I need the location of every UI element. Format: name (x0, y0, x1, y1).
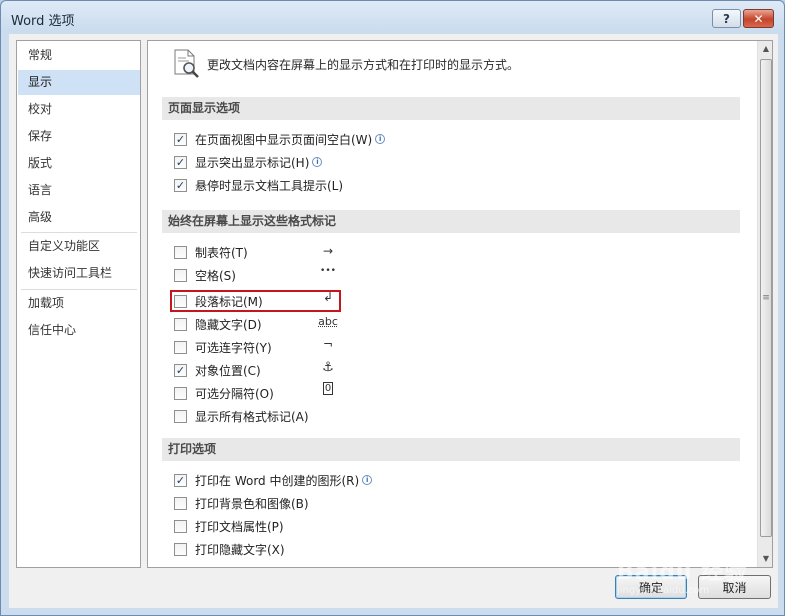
sidebar-item-language[interactable]: 语言 (18, 178, 140, 203)
checkbox[interactable] (174, 340, 187, 354)
sidebar-item-general[interactable]: 常规 (18, 43, 140, 68)
display-options-pane: 更改文档内容在屏幕上的显示方式和在打印时的显示方式。 页面显示选项 ✓ 在页面视… (147, 40, 773, 568)
option-print-drawings[interactable]: ✓ 打印在 Word 中创建的图形(R) i (174, 471, 373, 489)
grip-icon: ≡ (762, 293, 770, 303)
dialog-client-area: 常规 显示 校对 保存 版式 语言 高级 自定义功能区 快速访问工具栏 加载项 … (9, 34, 778, 608)
option-label: 打印背景色和图像(B) (195, 496, 309, 511)
checkbox[interactable]: ✓ (174, 155, 187, 169)
option-optional-breaks[interactable]: 可选分隔符(O) (174, 384, 274, 402)
option-hidden-text[interactable]: 隐藏文字(D) (174, 315, 262, 333)
paragraph-mark-icon: ↲ (322, 290, 334, 304)
checkbox[interactable]: ✓ (174, 363, 187, 377)
anchor-icon: ⚓ (322, 360, 334, 375)
optional-break-glyph: 0 (322, 382, 334, 395)
document-magnifier-icon (174, 49, 199, 78)
option-paragraph-marks[interactable]: 段落标记(M) (174, 292, 263, 310)
optional-hyphen-icon: ¬ (322, 337, 334, 351)
sidebar-item-customize-ribbon[interactable]: 自定义功能区 (18, 234, 140, 259)
checkbox[interactable] (174, 409, 187, 423)
baidu-watermark-url: jingyan.baidu.com (617, 585, 710, 596)
option-optional-hyphens[interactable]: 可选连字符(Y) (174, 338, 272, 356)
option-object-anchors[interactable]: ✓ 对象位置(C) (174, 361, 261, 379)
option-show-whitespace[interactable]: ✓ 在页面视图中显示页面间空白(W) i (174, 130, 386, 148)
sidebar-item-advanced[interactable]: 高级 (18, 205, 140, 230)
info-icon: i (375, 134, 386, 144)
scroll-up-arrow-icon[interactable]: ▲ (758, 41, 772, 57)
vertical-scrollbar[interactable]: ▲ ≡ ▼ (757, 41, 772, 567)
sidebar-item-add-ins[interactable]: 加载项 (18, 291, 140, 316)
sidebar-item-layout[interactable]: 版式 (18, 151, 140, 176)
info-icon: i (362, 475, 373, 485)
checkbox[interactable] (174, 542, 187, 556)
sidebar-item-quick-access-toolbar[interactable]: 快速访问工具栏 (18, 261, 140, 286)
option-label: 空格(S) (195, 268, 236, 283)
checkbox[interactable] (174, 245, 187, 259)
tab-arrow-icon: → (322, 244, 334, 258)
scroll-thumb[interactable]: ≡ (760, 59, 772, 537)
sidebar-item-trust-center[interactable]: 信任中心 (18, 318, 140, 343)
option-label: 隐藏文字(D) (195, 317, 262, 332)
section-page-display: 页面显示选项 (162, 97, 740, 120)
sidebar-divider (21, 289, 137, 290)
baidu-watermark: Baidu 经验 (617, 560, 748, 585)
hidden-text-icon: abc (318, 315, 338, 328)
option-label: 段落标记(M) (195, 294, 263, 309)
option-label: 显示突出显示标记(H) (195, 155, 310, 170)
checkbox[interactable] (174, 294, 187, 308)
option-label: 制表符(T) (195, 245, 248, 260)
option-show-document-tooltips[interactable]: ✓ 悬停时显示文档工具提示(L) (174, 176, 343, 194)
checkbox[interactable] (174, 268, 187, 282)
checkbox[interactable] (174, 386, 187, 400)
optional-break-icon: 0 (318, 382, 338, 395)
info-icon: i (312, 157, 323, 167)
option-tab-characters[interactable]: 制表符(T) (174, 243, 248, 261)
dialog-title: Word 选项 (11, 14, 75, 29)
option-label: 悬停时显示文档工具提示(L) (195, 178, 344, 193)
option-label: 在页面视图中显示页面间空白(W) (195, 132, 373, 147)
option-print-hidden-text[interactable]: 打印隐藏文字(X) (174, 540, 285, 558)
option-label: 可选分隔符(O) (195, 386, 274, 401)
option-label: 打印在 Word 中创建的图形(R) (195, 473, 360, 488)
space-dots-icon: ••• (320, 266, 336, 276)
option-print-background[interactable]: 打印背景色和图像(B) (174, 494, 309, 512)
option-spaces[interactable]: 空格(S) (174, 266, 236, 284)
option-label: 对象位置(C) (195, 363, 261, 378)
sidebar-item-save[interactable]: 保存 (18, 124, 140, 149)
sidebar-item-proofing[interactable]: 校对 (18, 97, 140, 122)
option-show-all-marks[interactable]: 显示所有格式标记(A) (174, 407, 309, 425)
checkbox[interactable]: ✓ (174, 132, 187, 146)
title-bar[interactable]: Word 选项 ? ✕ (1, 1, 784, 35)
option-print-properties[interactable]: 打印文档属性(P) (174, 517, 284, 535)
close-button[interactable]: ✕ (743, 9, 774, 28)
checkbox[interactable] (174, 317, 187, 331)
sidebar-item-display[interactable]: 显示 (18, 70, 140, 95)
help-button[interactable]: ? (712, 9, 741, 28)
option-label: 打印隐藏文字(X) (195, 542, 285, 557)
checkbox[interactable] (174, 519, 187, 533)
checkbox[interactable] (174, 496, 187, 510)
section-printing: 打印选项 (162, 438, 740, 461)
checkbox[interactable]: ✓ (174, 178, 187, 192)
option-label: 显示所有格式标记(A) (195, 409, 309, 424)
scroll-down-arrow-icon[interactable]: ▼ (758, 551, 772, 567)
sidebar-divider (21, 232, 137, 233)
option-show-highlighter-marks[interactable]: ✓ 显示突出显示标记(H) i (174, 153, 323, 171)
option-label: 可选连字符(Y) (195, 340, 272, 355)
word-options-dialog: Word 选项 ? ✕ 常规 显示 校对 保存 版式 语言 高级 自定义功能区 … (0, 0, 785, 616)
checkbox[interactable]: ✓ (174, 473, 187, 487)
option-label: 打印文档属性(P) (195, 519, 284, 534)
section-formatting-marks: 始终在屏幕上显示这些格式标记 (162, 210, 740, 233)
category-sidebar: 常规 显示 校对 保存 版式 语言 高级 自定义功能区 快速访问工具栏 加载项 … (16, 40, 141, 568)
pane-description: 更改文档内容在屏幕上的显示方式和在打印时的显示方式。 (207, 58, 520, 72)
